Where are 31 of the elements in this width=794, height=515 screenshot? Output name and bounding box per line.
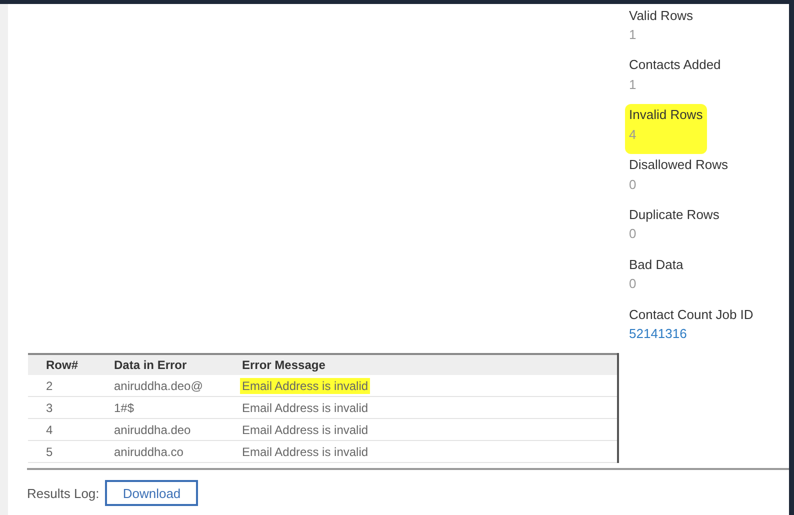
stat-value: 1 bbox=[629, 76, 636, 92]
table-cell: Email Address is invalid bbox=[242, 400, 368, 414]
column-header: Row# bbox=[28, 353, 96, 375]
table-cell: aniruddha.deo@ bbox=[114, 378, 203, 392]
stat-value: 4 bbox=[629, 126, 636, 142]
stat-value: 0 bbox=[629, 176, 636, 192]
table-cell: 1#$ bbox=[114, 400, 134, 414]
table-cell: Email Address is invalid bbox=[242, 422, 368, 436]
results-log-label: Results Log: bbox=[27, 486, 100, 500]
table-cell: Email Address is invalid bbox=[240, 378, 370, 394]
column-header: Data in Error bbox=[96, 353, 224, 375]
table-cell: 4 bbox=[46, 422, 53, 436]
stat-value: 1 bbox=[629, 27, 636, 42]
stat-label: Invalid Rows bbox=[629, 106, 703, 124]
stat-value: 0 bbox=[629, 226, 636, 242]
stat-label: Disallowed Rows bbox=[629, 156, 728, 174]
table-cell: aniruddha.deo bbox=[114, 422, 191, 436]
table-cell: 5 bbox=[46, 444, 53, 458]
job-id-link[interactable]: 52141316 bbox=[629, 326, 687, 342]
table-cell: 2 bbox=[46, 378, 53, 392]
table-cell: aniruddha.co bbox=[114, 444, 184, 458]
stat-label: Contacts Added bbox=[629, 56, 721, 74]
table-cell: 3 bbox=[46, 400, 53, 414]
download-button[interactable]: Download bbox=[105, 480, 198, 506]
stat-label: Duplicate Rows bbox=[629, 206, 720, 224]
stat-label: Contact Count Job ID bbox=[629, 306, 754, 324]
table-cell: Email Address is invalid bbox=[242, 444, 368, 458]
stat-value: 0 bbox=[629, 276, 636, 292]
stat-label: Bad Data bbox=[629, 256, 684, 274]
stat-label: Valid Rows bbox=[629, 6, 694, 24]
column-header: Error Message bbox=[224, 353, 617, 375]
